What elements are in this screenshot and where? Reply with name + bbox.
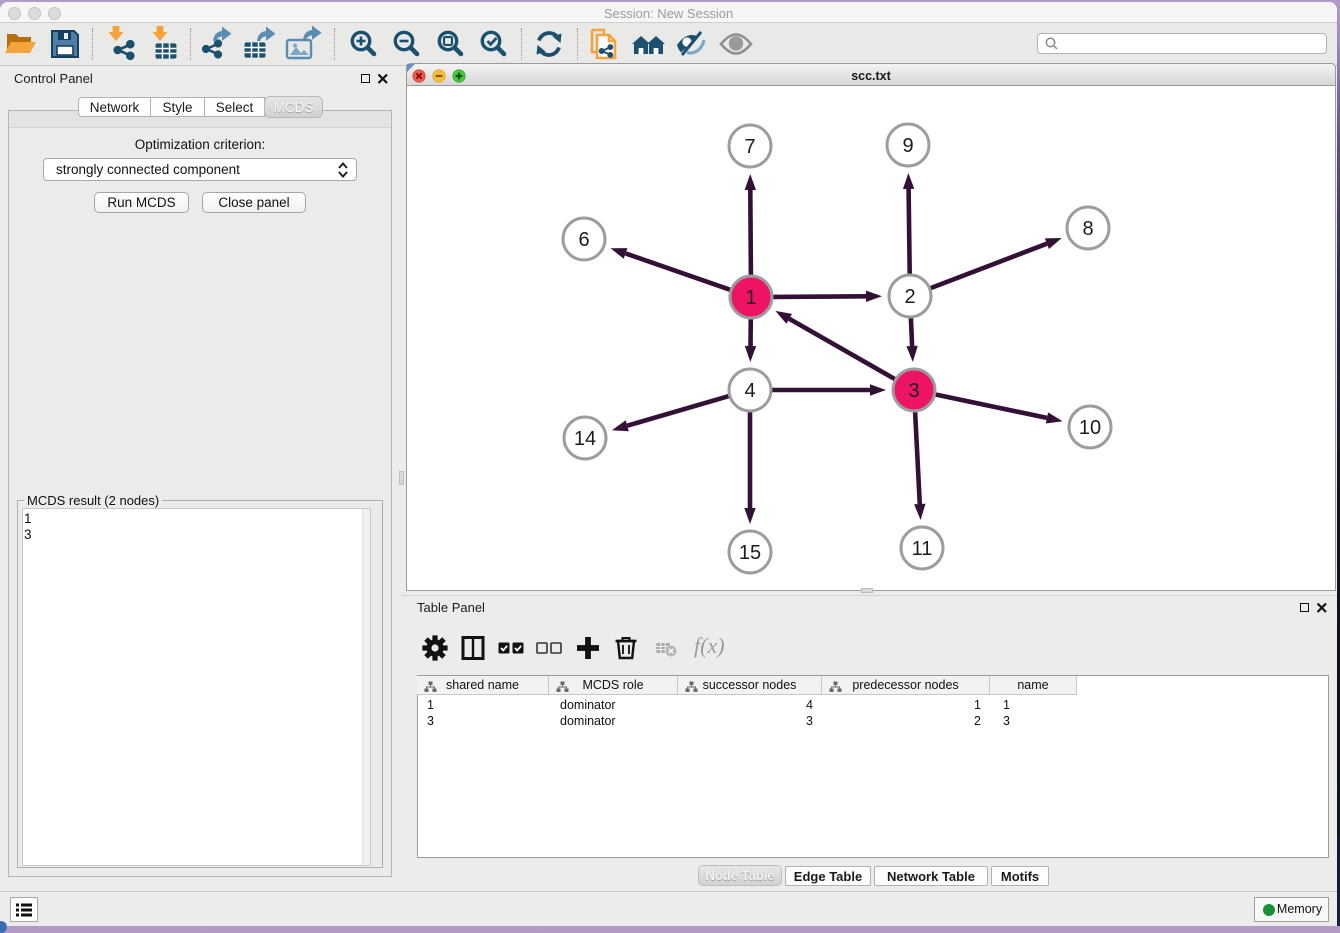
svg-text:8: 8	[1082, 218, 1093, 240]
svg-text:14: 14	[574, 428, 596, 450]
svg-text:2: 2	[904, 286, 915, 308]
svg-text:9: 9	[902, 135, 913, 157]
svg-text:3: 3	[908, 380, 919, 402]
svg-text:15: 15	[739, 542, 761, 564]
svg-text:6: 6	[578, 229, 589, 251]
svg-text:1: 1	[745, 287, 756, 309]
svg-text:4: 4	[744, 380, 755, 402]
svg-text:10: 10	[1079, 417, 1101, 439]
svg-text:7: 7	[744, 136, 755, 158]
svg-text:11: 11	[912, 538, 933, 560]
